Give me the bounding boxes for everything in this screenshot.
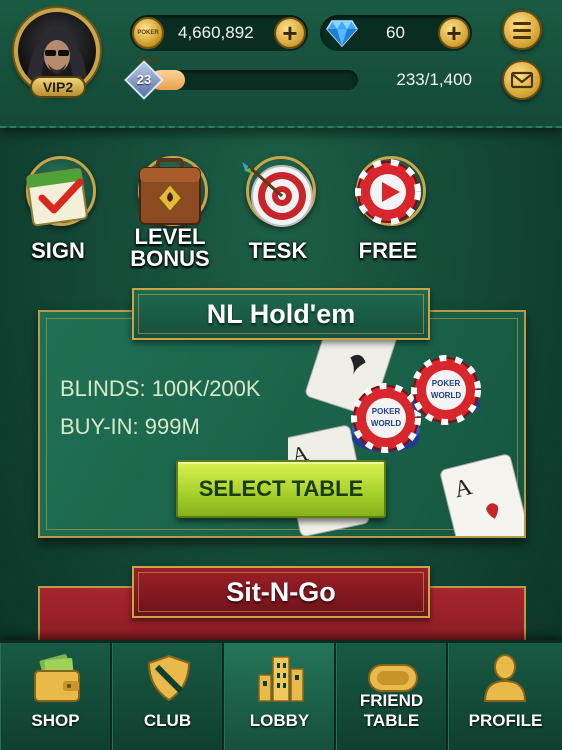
feature-tesk-label: TESK (248, 238, 308, 263)
person-icon (483, 654, 527, 702)
nav-club-label: CLUB (143, 711, 192, 730)
chip-text-world: WORLD (371, 419, 401, 428)
holdem-title-box: NL Hold'em (132, 288, 430, 340)
sitngo-title: Sit-N-Go (226, 577, 336, 607)
coin-icon: POKER WORLD (132, 17, 164, 64)
mail-button[interactable] (502, 60, 542, 100)
select-table-button[interactable]: SELECT TABLE (176, 460, 386, 518)
coin-amount: 4,660,892 (178, 23, 254, 42)
buyin-text: BUY-IN: 999M (60, 414, 200, 439)
nav-shop[interactable]: SHOP (0, 643, 112, 750)
feature-sign-label: SIGN (31, 238, 85, 263)
chip-text-poker-2: POKER (432, 379, 461, 388)
nav-lobby[interactable]: LOBBY (224, 643, 336, 750)
buildings-icon (258, 656, 304, 702)
nav-friend-table-label: FRIEND TABLE (359, 691, 424, 730)
diamond-icon (326, 20, 358, 47)
chip-text-poker: POKER (372, 407, 401, 416)
blinds-text: BLINDS: 100K/200K (60, 376, 261, 401)
level-number: 23 (136, 72, 152, 87)
feature-sign[interactable]: SIGN (8, 152, 108, 272)
feature-free-label: FREE (358, 238, 418, 263)
nav-profile[interactable]: PROFILE (448, 643, 562, 750)
nav-profile-label: PROFILE (468, 711, 543, 730)
gem-amount: 60 (386, 23, 405, 42)
bottom-nav: SHOP CLUB LOBBY FRIEND TABLE PROFILE (0, 640, 562, 750)
menu-button[interactable] (502, 10, 542, 50)
target-icon (242, 162, 313, 227)
add-coins-button[interactable]: + (274, 17, 306, 49)
vip-badge: VIP2 (30, 76, 86, 98)
nav-shop-label: SHOP (31, 711, 80, 730)
lobby-screen: VIP2 POKER WORLD 4,660,892 + 60 + 23 233… (0, 0, 562, 750)
chip-text-world-2: WORLD (431, 391, 461, 400)
nav-lobby-label: LOBBY (249, 711, 310, 730)
envelope-icon (510, 71, 534, 89)
shield-icon (147, 654, 191, 702)
briefcase-icon (139, 158, 201, 225)
sitngo-title-box: Sit-N-Go (132, 566, 430, 618)
hamburger-icon (513, 22, 531, 39)
coin-balance: POKER WORLD 4,660,892 + (130, 15, 308, 64)
xp-text: 233/1,400 (396, 70, 472, 89)
chip-play-icon (355, 159, 421, 225)
holdem-title: NL Hold'em (206, 299, 356, 329)
calendar-check-icon (26, 168, 88, 227)
xp-progress-bar (150, 70, 358, 90)
nav-club[interactable]: CLUB (112, 643, 224, 750)
feature-free[interactable]: FREE (338, 152, 438, 272)
gem-balance: 60 + (320, 15, 472, 51)
feature-bonus-label: BONUS (130, 246, 210, 271)
feature-tesk[interactable]: TESK (228, 152, 328, 272)
add-gems-button[interactable]: + (438, 17, 470, 49)
feature-level-label: LEVEL (134, 224, 206, 249)
nav-friend-table[interactable]: FRIEND TABLE (336, 643, 448, 750)
feature-level-bonus[interactable]: LEVEL BONUS (120, 152, 220, 272)
wallet-icon (34, 654, 80, 702)
